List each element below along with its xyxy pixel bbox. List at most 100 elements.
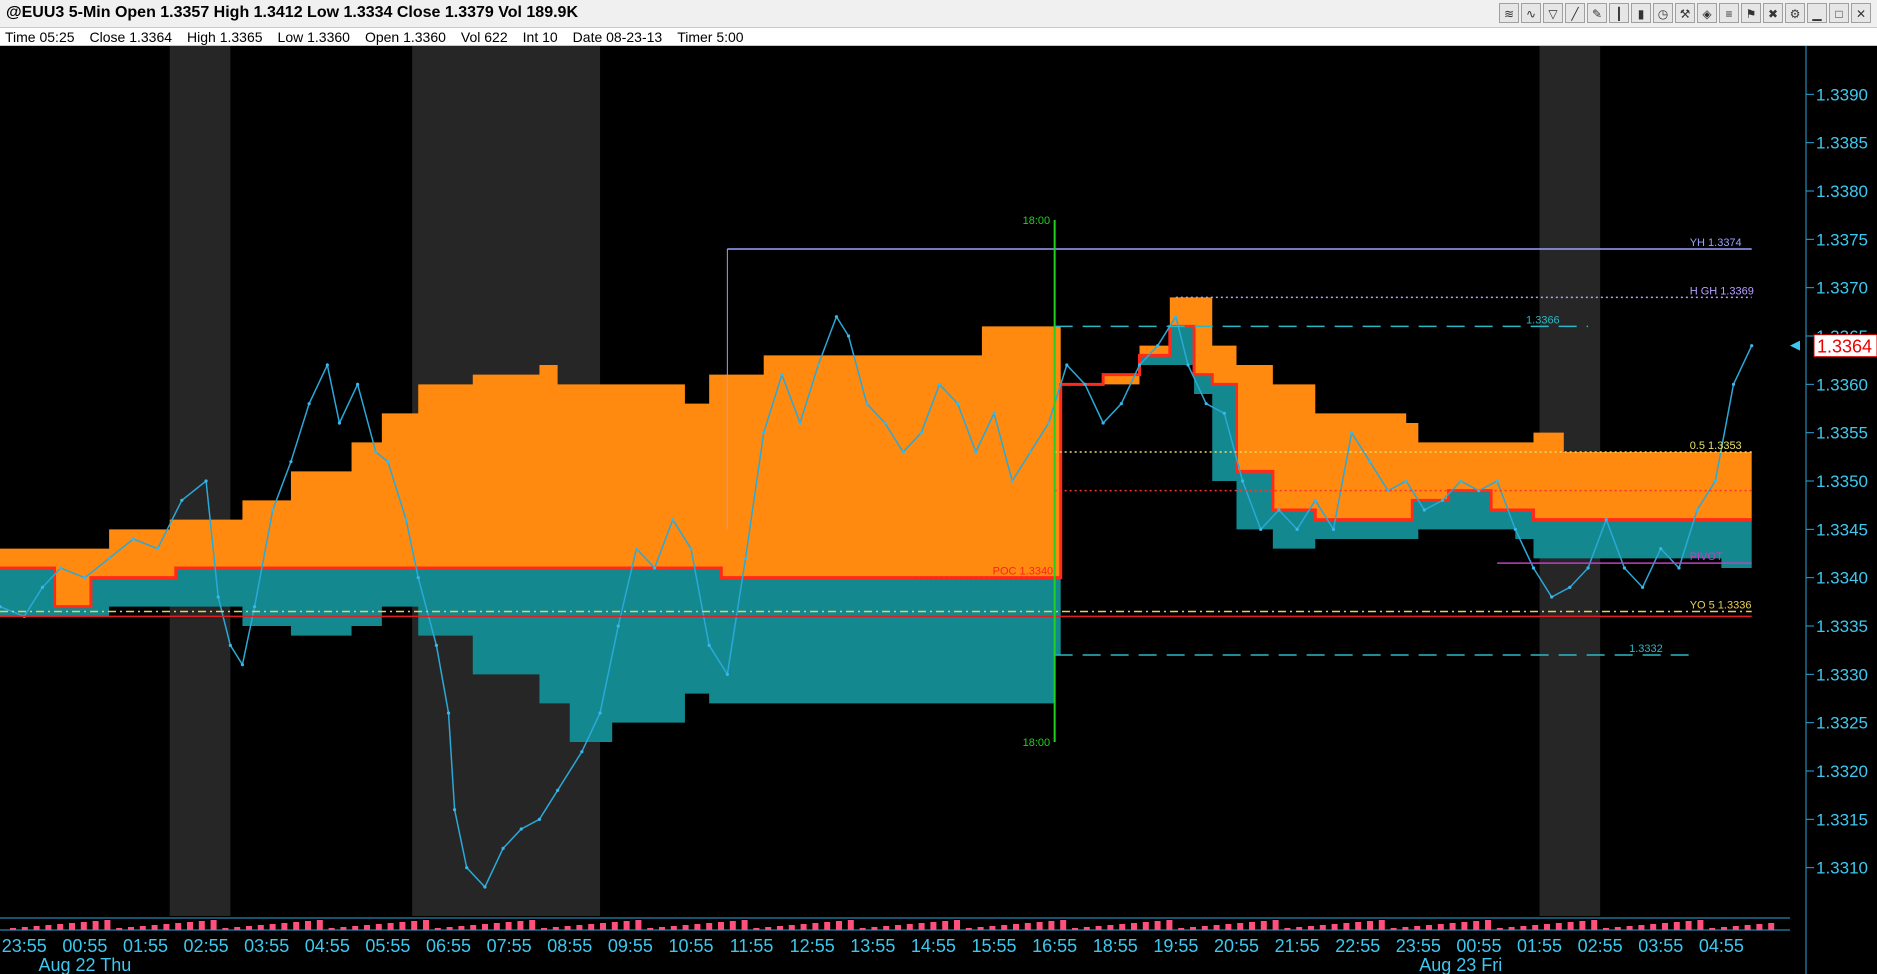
filter-icon[interactable]: ▽ [1543, 3, 1563, 23]
x-tick-label-27: 03:55 [1638, 936, 1683, 956]
price-point-3 [59, 566, 63, 570]
volume-bar-113 [1343, 923, 1350, 930]
pencil-icon[interactable]: ✎ [1587, 3, 1607, 23]
maximize-icon[interactable]: □ [1829, 3, 1849, 23]
price-point-63 [1119, 402, 1123, 406]
price-point-29 [501, 846, 505, 850]
volume-bar-30 [364, 925, 370, 930]
volume-bar-8 [104, 920, 111, 930]
price-point-92 [1640, 585, 1645, 589]
volume-bar-51 [611, 922, 618, 930]
y-tick-label-3: 1.3375 [1816, 230, 1868, 249]
volume-bar-42 [505, 922, 512, 930]
price-point-22 [404, 518, 408, 522]
volume-bar-85 [1013, 924, 1019, 930]
tools-icon[interactable]: ⚒ [1675, 3, 1695, 23]
volume-bar-2 [33, 926, 40, 930]
price-point-14 [271, 508, 275, 512]
info-timer: Timer 5:00 [677, 29, 744, 45]
clock-icon[interactable]: ◷ [1653, 3, 1673, 23]
volume-bar-120 [1426, 925, 1432, 930]
price-point-38 [671, 518, 675, 522]
info-int: Int 10 [522, 29, 558, 45]
x-tick-label-13: 12:55 [790, 936, 835, 956]
volume-bar-129 [1532, 925, 1539, 930]
draw-line-icon[interactable]: ╱ [1565, 3, 1585, 23]
price-point-48 [846, 334, 851, 338]
price-point-35 [616, 624, 620, 628]
price-point-77 [1368, 460, 1372, 464]
price-point-40 [707, 643, 711, 647]
price-point-94 [1677, 566, 1681, 570]
volume-bar-137 [1626, 926, 1633, 930]
price-point-27 [465, 866, 469, 870]
indicator-icon[interactable]: ∿ [1521, 3, 1541, 23]
x-tick-label-22: 22:55 [1335, 936, 1380, 956]
x-tick-label-6: 05:55 [365, 936, 410, 956]
volume-bar-58 [694, 924, 701, 930]
x-tick-label-28: 04:55 [1699, 936, 1744, 956]
info-close: Close 1.3364 [89, 29, 173, 45]
volume-bar-52 [623, 921, 630, 930]
volume-bar-78 [930, 922, 937, 930]
price-point-54 [956, 402, 960, 406]
info-vol: Vol 622 [460, 29, 508, 45]
level-label-pivot: PIVOT [1690, 551, 1723, 563]
settings-icon[interactable]: ⚙ [1785, 3, 1805, 23]
x-tick-label-23: 23:55 [1396, 936, 1441, 956]
volume-bar-92 [1095, 926, 1102, 930]
x-tick-label-18: 18:55 [1093, 936, 1138, 956]
alert-icon[interactable]: ◈ [1697, 3, 1717, 23]
price-chart[interactable]: YH 1.3374 H GH 1.3369 1.3366 0.5 1.3353 PIVO… [0, 46, 1877, 974]
fib-icon[interactable]: ≡ [1719, 3, 1739, 23]
price-point-70 [1240, 479, 1245, 483]
volume-bar-26 [316, 920, 323, 930]
price-point-49 [865, 402, 869, 406]
volume-bar-39 [470, 925, 477, 930]
price-point-24 [434, 643, 439, 647]
price-point-20 [374, 450, 378, 454]
candle-icon[interactable]: ▮ [1631, 3, 1651, 23]
volume-bar-101 [1201, 926, 1208, 930]
volume-bar-105 [1249, 922, 1255, 930]
volume-bar-15 [187, 922, 193, 930]
y-tick-label-14: 1.3320 [1816, 762, 1868, 781]
price-point-18 [337, 421, 342, 425]
price-point-46 [816, 363, 820, 367]
volume-bar-83 [989, 926, 996, 930]
close-icon[interactable]: ✕ [1851, 3, 1871, 23]
volume-bar-38 [458, 926, 465, 930]
volume-bar-3 [45, 925, 52, 930]
price-point-12 [240, 663, 245, 667]
x-tick-label-0: 23:55 [2, 936, 47, 956]
price-point-66 [1174, 315, 1178, 319]
x-tick-label-8: 07:55 [487, 936, 532, 956]
price-point-72 [1277, 508, 1281, 512]
info-open: Open 1.3360 [364, 29, 446, 45]
volume-bar-60 [718, 922, 724, 930]
volume-bar-148 [1756, 924, 1763, 930]
y-tick-label-13: 1.3325 [1816, 714, 1868, 733]
price-point-10 [216, 595, 220, 599]
x-tick-label-10: 09:55 [608, 936, 653, 956]
volume-bar-43 [517, 921, 524, 930]
y-tick-label-16: 1.3310 [1816, 859, 1868, 878]
y-tick-label-12: 1.3330 [1816, 665, 1868, 684]
toolbar: ≋ ∿ ▽ ╱ ✎ ┃ ▮ ◷ ⚒ ◈ ≡ ⚑ ✖ ⚙ ▁ □ ✕ [1499, 3, 1871, 25]
volume-bar-71 [847, 920, 854, 930]
x-tick-label-19: 19:55 [1153, 936, 1198, 956]
x-tick-label-7: 06:55 [426, 936, 471, 956]
y-tick-label-4: 1.3370 [1816, 279, 1868, 298]
trash-icon[interactable]: ✖ [1763, 3, 1783, 23]
bar-style-icon[interactable]: ┃ [1609, 3, 1629, 23]
x-tick-label-14: 13:55 [850, 936, 895, 956]
volume-bar-139 [1650, 924, 1657, 930]
flag-icon[interactable]: ⚑ [1741, 3, 1761, 23]
x-tick-label-21: 21:55 [1275, 936, 1320, 956]
last-price-label: 1.3364 [1817, 337, 1872, 357]
price-point-61 [1083, 382, 1087, 386]
chart-type-icon[interactable]: ≋ [1499, 3, 1519, 23]
minimize-icon[interactable]: ▁ [1807, 3, 1827, 23]
volume-bar-128 [1520, 926, 1527, 930]
price-point-7 [155, 547, 160, 551]
